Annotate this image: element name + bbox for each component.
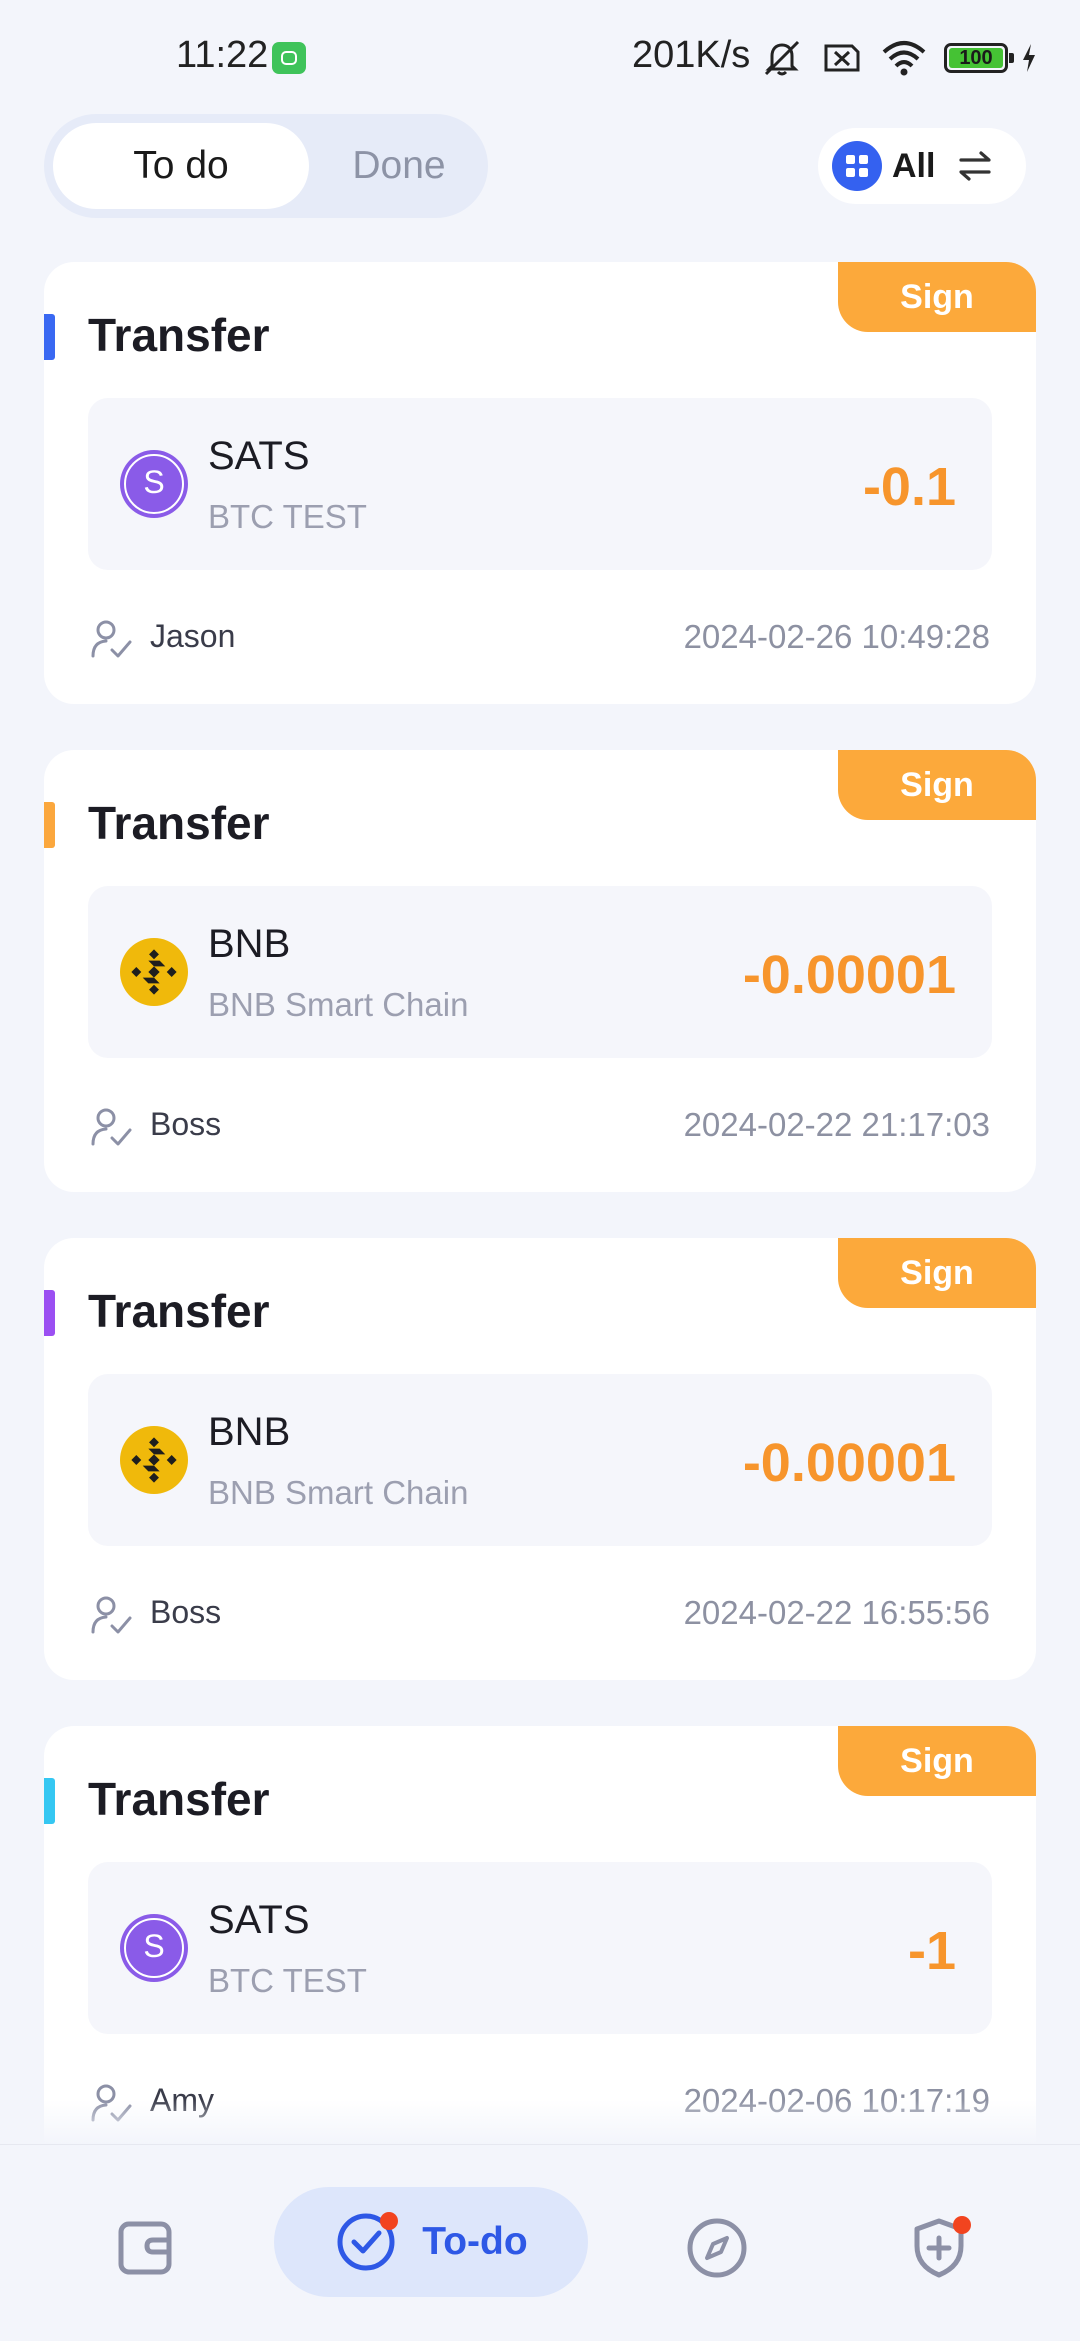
- asset-symbol: SATS: [208, 434, 310, 478]
- transfer-amount: -1: [907, 1921, 956, 1981]
- timestamp: 2024-02-22 16:55:56: [683, 1594, 990, 1631]
- asset-network: BTC TEST: [208, 498, 367, 535]
- user-check-icon: [91, 1596, 132, 1634]
- initiator-name: Jason: [150, 618, 236, 654]
- charging-icon: [1023, 44, 1035, 72]
- todo-card[interactable]: Transfer Sign BNB BNB Smart Chain -0.000…: [44, 1238, 1036, 1680]
- network-speed: 201K/s: [632, 34, 751, 76]
- wallet-icon: [118, 2221, 172, 2275]
- sats-coin-icon: S: [120, 1914, 188, 1982]
- card-accent-bar: [44, 802, 55, 848]
- compass-icon: [687, 2218, 747, 2278]
- status-icons: 100: [760, 36, 1038, 80]
- mute-icon: [764, 40, 800, 76]
- asset-symbol: SATS: [208, 1898, 310, 1942]
- security-badge-dot: [953, 2216, 971, 2234]
- bottom-nav: To-do: [0, 2144, 1080, 2341]
- card-title: Transfer: [88, 1773, 270, 1825]
- card-title: Transfer: [88, 1285, 270, 1337]
- filter-button[interactable]: All: [818, 128, 1026, 204]
- transfer-amount: -0.1: [862, 457, 956, 517]
- sim-off-icon: [824, 44, 860, 72]
- card-accent-bar: [44, 314, 55, 360]
- asset-box: BNB BNB Smart Chain -0.00001: [88, 1374, 992, 1546]
- sats-coin-icon: S: [120, 450, 188, 518]
- bnb-coin-icon: [120, 1426, 188, 1494]
- todo-card[interactable]: Transfer Sign BNB BNB Smart Chain -0.000…: [44, 750, 1036, 1192]
- initiator-name: Boss: [150, 1106, 222, 1142]
- battery-icon: 100: [944, 43, 1014, 73]
- asset-network: BNB Smart Chain: [208, 1474, 469, 1511]
- todo-check-icon: [334, 2210, 399, 2274]
- wifi-icon: [882, 41, 926, 76]
- timestamp: 2024-02-22 21:17:03: [683, 1106, 990, 1143]
- nav-security[interactable]: [894, 2193, 984, 2303]
- asset-symbol: BNB: [208, 922, 291, 966]
- sign-button[interactable]: Sign: [838, 262, 1036, 332]
- asset-symbol: BNB: [208, 1410, 291, 1454]
- todo-card[interactable]: Transfer Sign S SATS BTC TEST -0.1 Jason…: [44, 262, 1036, 704]
- nav-wallet[interactable]: [100, 2193, 190, 2303]
- scroll-fade: [0, 2100, 1080, 2144]
- status-bar: 11:22 201K/s 100: [0, 0, 1080, 120]
- card-title: Transfer: [88, 309, 270, 361]
- asset-network: BNB Smart Chain: [208, 986, 469, 1023]
- swap-icon: [959, 151, 992, 181]
- cat-app-icon: [272, 42, 306, 74]
- sign-button[interactable]: Sign: [838, 1726, 1036, 1796]
- bnb-coin-icon: [120, 938, 188, 1006]
- nav-discover[interactable]: [672, 2193, 762, 2303]
- sign-button[interactable]: Sign: [838, 750, 1036, 820]
- tab-switcher: To do Done: [44, 114, 488, 218]
- timestamp: 2024-02-26 10:49:28: [683, 618, 990, 655]
- status-time: 11:22: [176, 34, 269, 76]
- user-check-icon: [91, 620, 132, 658]
- nav-todo[interactable]: To-do: [274, 2187, 588, 2297]
- asset-box: S SATS BTC TEST -1: [88, 1862, 992, 2034]
- filter-label: All: [892, 146, 936, 185]
- card-title: Transfer: [88, 797, 270, 849]
- asset-network: BTC TEST: [208, 1962, 367, 1999]
- card-accent-bar: [44, 1778, 55, 1824]
- shield-plus-icon: [907, 2216, 971, 2280]
- nav-todo-label: To-do: [422, 2220, 528, 2263]
- grid-icon: [832, 141, 882, 191]
- tab-done[interactable]: Done: [314, 123, 484, 209]
- transfer-amount: -0.00001: [742, 1433, 956, 1493]
- card-accent-bar: [44, 1290, 55, 1336]
- battery-level: 100: [949, 48, 1003, 68]
- asset-box: BNB BNB Smart Chain -0.00001: [88, 886, 992, 1058]
- tab-todo[interactable]: To do: [53, 123, 309, 209]
- initiator-name: Boss: [150, 1594, 222, 1630]
- sign-button[interactable]: Sign: [838, 1238, 1036, 1308]
- asset-box: S SATS BTC TEST -0.1: [88, 398, 992, 570]
- transfer-amount: -0.00001: [742, 945, 956, 1005]
- user-check-icon: [91, 1108, 132, 1146]
